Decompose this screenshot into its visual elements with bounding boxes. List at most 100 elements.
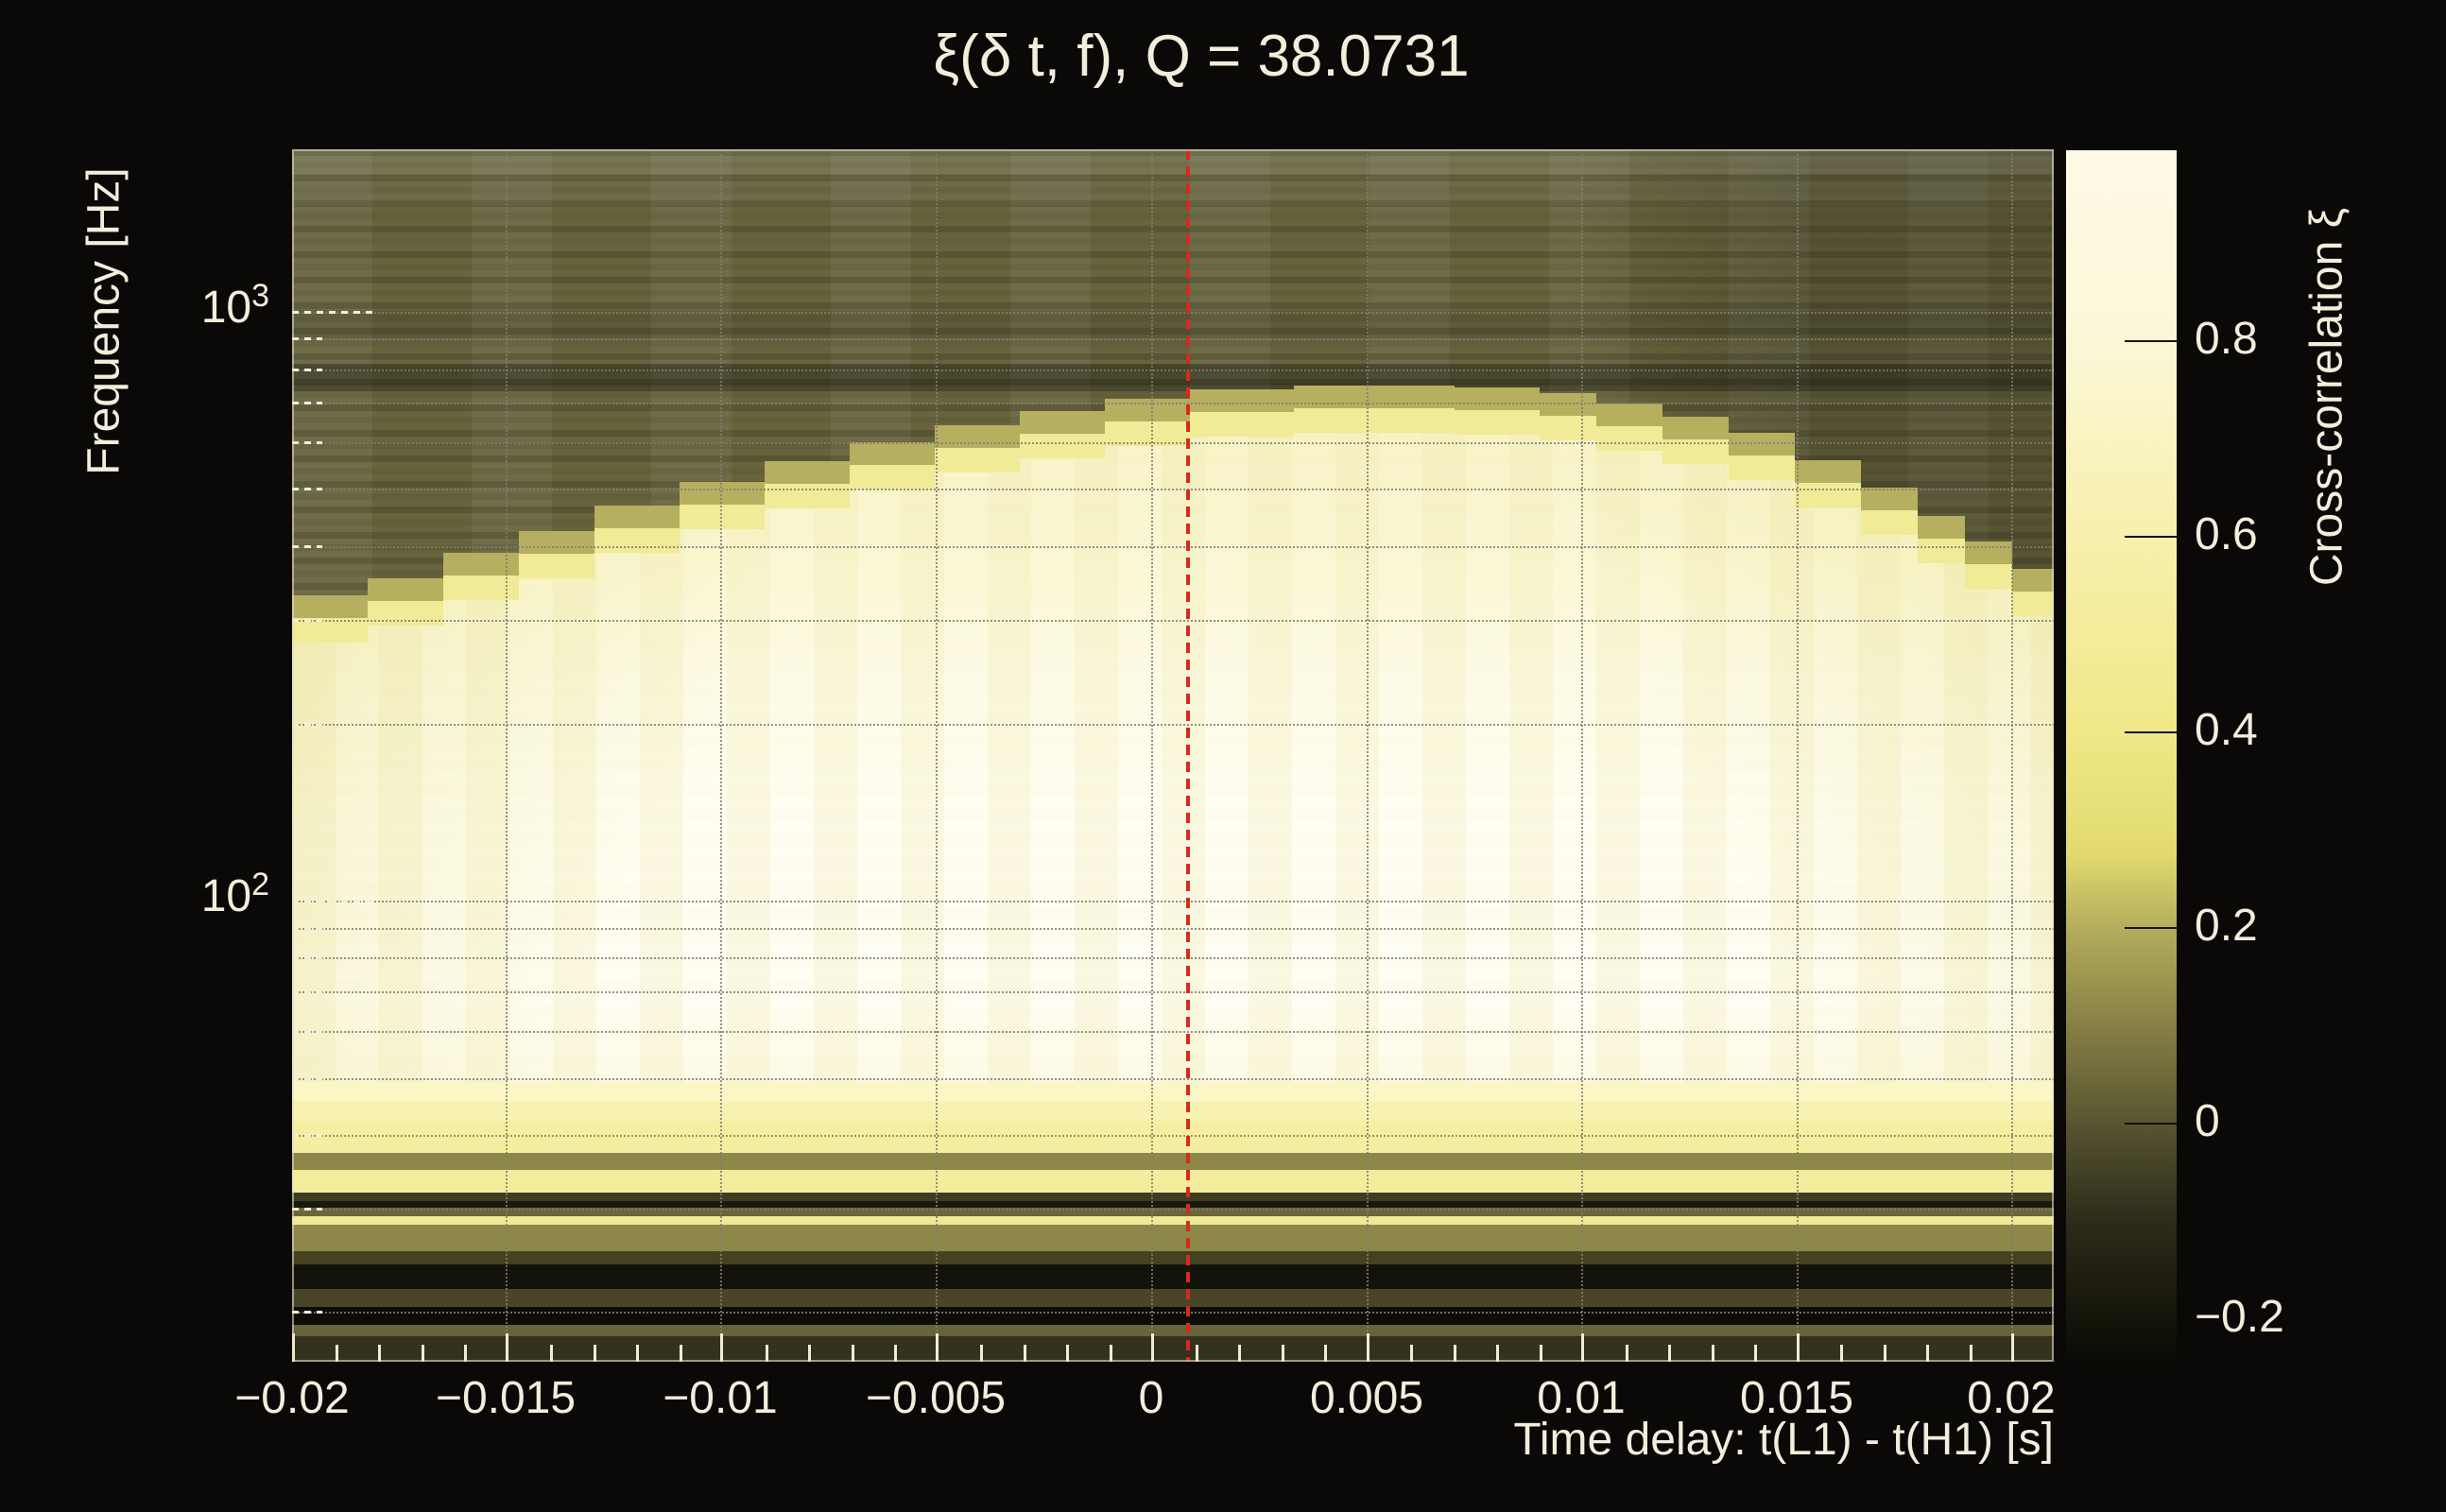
x-major-tick bbox=[1151, 1333, 1154, 1362]
h-gridline bbox=[292, 620, 2054, 622]
y-minor-tick bbox=[292, 402, 322, 404]
x-minor-tick bbox=[1110, 1345, 1112, 1362]
h-gridline bbox=[292, 546, 2054, 548]
time-delay-marker-line bbox=[1186, 149, 1190, 1362]
colorbar-tick bbox=[2125, 731, 2177, 733]
x-minor-tick bbox=[1410, 1345, 1413, 1362]
y-minor-tick bbox=[292, 1311, 322, 1314]
x-minor-tick bbox=[378, 1345, 381, 1362]
h-gridline bbox=[292, 442, 2054, 444]
h-gridline bbox=[292, 1078, 2054, 1080]
x-minor-tick bbox=[1970, 1345, 1972, 1362]
h-gridline bbox=[292, 489, 2054, 490]
y-major-tick bbox=[292, 900, 377, 902]
colorbar-tick-label: 0.2 bbox=[2195, 900, 2258, 952]
v-gridline bbox=[936, 149, 938, 1362]
colorbar-tick-label: 0.4 bbox=[2195, 704, 2258, 756]
y-minor-tick bbox=[292, 956, 322, 959]
h-gridline bbox=[292, 312, 2054, 314]
x-minor-tick bbox=[1626, 1345, 1628, 1362]
x-minor-tick bbox=[1712, 1345, 1714, 1362]
x-major-tick bbox=[292, 1333, 295, 1362]
x-minor-tick bbox=[766, 1345, 768, 1362]
x-minor-tick bbox=[1540, 1345, 1542, 1362]
colorbar-tick bbox=[2125, 927, 2177, 929]
y-tick-label: 103 bbox=[43, 278, 269, 334]
h-gridline bbox=[292, 991, 2054, 993]
x-minor-tick bbox=[1238, 1345, 1241, 1362]
h-gridline bbox=[292, 724, 2054, 726]
y-minor-tick bbox=[292, 1030, 322, 1033]
h-gridline bbox=[292, 338, 2054, 340]
y-minor-tick bbox=[292, 337, 322, 340]
x-minor-tick bbox=[636, 1345, 639, 1362]
y-major-tick bbox=[292, 311, 377, 314]
x-minor-tick bbox=[808, 1345, 811, 1362]
colorbar-tick-label: 0.8 bbox=[2195, 313, 2258, 365]
y-minor-tick bbox=[292, 990, 322, 993]
h-gridline bbox=[292, 1209, 2054, 1211]
x-minor-tick bbox=[550, 1345, 553, 1362]
x-major-tick bbox=[1797, 1333, 1800, 1362]
x-minor-tick bbox=[422, 1345, 424, 1362]
colorbar-tick-label: 0 bbox=[2195, 1095, 2220, 1147]
v-gridline bbox=[506, 149, 508, 1362]
x-minor-tick bbox=[1454, 1345, 1456, 1362]
x-minor-tick bbox=[1066, 1345, 1069, 1362]
colorbar-axis-label: Cross-correlation ξ bbox=[2301, 208, 2353, 586]
x-minor-tick bbox=[1282, 1345, 1284, 1362]
x-major-tick bbox=[1367, 1333, 1369, 1362]
x-minor-tick bbox=[1324, 1345, 1327, 1362]
x-minor-tick bbox=[1668, 1345, 1671, 1362]
x-major-tick bbox=[2011, 1333, 2014, 1362]
qscan-cross-correlation-window: ξ(δ t, f), Q = 38.0731 Frequency [Hz] −0… bbox=[0, 0, 2446, 1512]
x-minor-tick bbox=[1496, 1345, 1499, 1362]
y-minor-tick bbox=[292, 545, 322, 548]
x-minor-tick bbox=[1754, 1345, 1757, 1362]
x-minor-tick bbox=[336, 1345, 338, 1362]
x-minor-tick bbox=[1024, 1345, 1026, 1362]
x-major-tick bbox=[506, 1333, 508, 1362]
colorbar bbox=[2066, 150, 2177, 1362]
h-gridline bbox=[292, 901, 2054, 902]
x-minor-tick bbox=[894, 1345, 897, 1362]
y-minor-tick bbox=[292, 723, 322, 726]
x-minor-tick bbox=[1884, 1345, 1886, 1362]
x-minor-tick bbox=[464, 1345, 467, 1362]
v-gridline bbox=[2011, 149, 2013, 1362]
v-gridline bbox=[1367, 149, 1369, 1362]
chart-title: ξ(δ t, f), Q = 38.0731 bbox=[320, 23, 2082, 90]
y-minor-tick bbox=[292, 441, 322, 444]
h-gridline bbox=[292, 1031, 2054, 1033]
x-minor-tick bbox=[680, 1345, 682, 1362]
colorbar-tick-label: −0.2 bbox=[2195, 1291, 2284, 1343]
colorbar-tick bbox=[2125, 340, 2177, 342]
h-gridline bbox=[292, 1135, 2054, 1137]
y-minor-tick bbox=[292, 488, 322, 490]
x-major-tick bbox=[936, 1333, 939, 1362]
y-minor-tick bbox=[292, 1134, 322, 1137]
y-minor-tick bbox=[292, 927, 322, 930]
h-gridline bbox=[292, 957, 2054, 959]
v-gridline bbox=[1151, 149, 1153, 1362]
colorbar-tick bbox=[2125, 1318, 2177, 1320]
h-gridline bbox=[292, 1312, 2054, 1314]
x-minor-tick bbox=[1840, 1345, 1843, 1362]
x-major-tick bbox=[1581, 1333, 1584, 1362]
y-minor-tick bbox=[292, 369, 322, 371]
y-minor-tick bbox=[292, 619, 322, 622]
v-gridline bbox=[720, 149, 722, 1362]
h-gridline bbox=[292, 928, 2054, 930]
colorbar-tick-label: 0.6 bbox=[2195, 508, 2258, 560]
y-tick-label: 102 bbox=[43, 867, 269, 922]
v-gridline bbox=[1581, 149, 1583, 1362]
x-axis-label: Time delay: t(L1) - t(H1) [s] bbox=[1203, 1414, 2054, 1466]
x-minor-tick bbox=[1196, 1345, 1198, 1362]
heatmap-plot-area bbox=[292, 149, 2054, 1362]
y-minor-tick bbox=[292, 1208, 322, 1211]
heatmap-low-frequency-bands bbox=[292, 1082, 2054, 1362]
x-minor-tick bbox=[594, 1345, 596, 1362]
y-minor-tick bbox=[292, 1077, 322, 1080]
h-gridline bbox=[292, 369, 2054, 371]
colorbar-tick bbox=[2125, 536, 2177, 538]
